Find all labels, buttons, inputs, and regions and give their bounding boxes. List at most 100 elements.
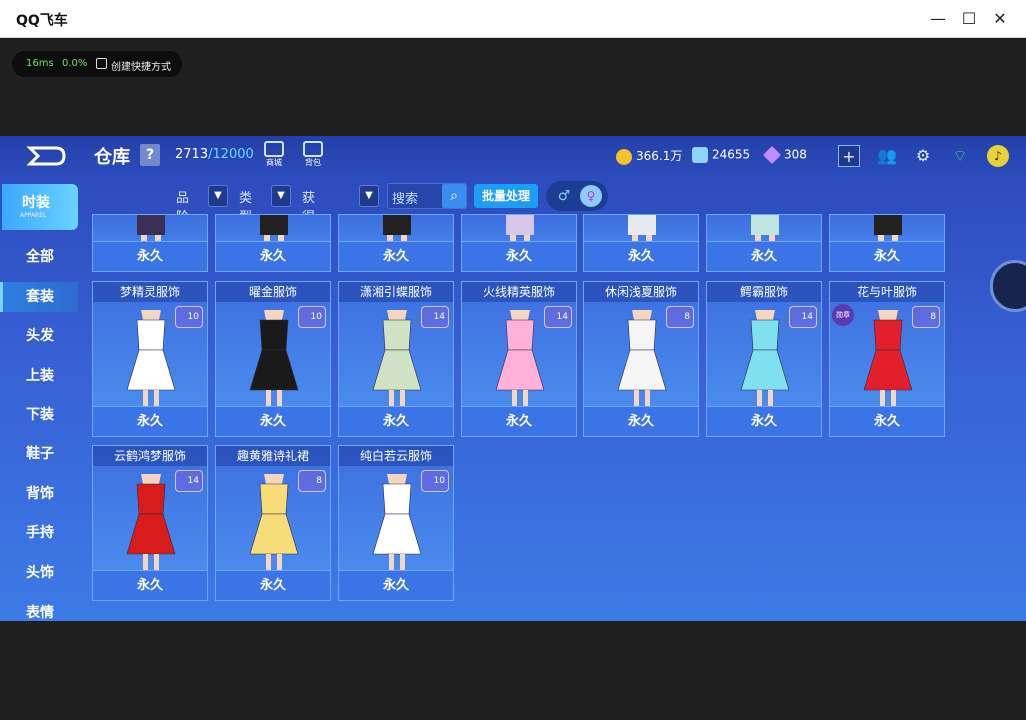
item-card[interactable]: 潇湘引蝶服饰 14 永久 bbox=[338, 281, 454, 437]
latency-readout: 16ms bbox=[26, 58, 54, 69]
shop-button[interactable]: 商城 bbox=[261, 141, 287, 171]
sidebar-item-hair[interactable]: 头发 bbox=[0, 321, 78, 351]
item-card[interactable]: 曜金服饰 10 永久 bbox=[215, 281, 331, 437]
create-shortcut-link[interactable]: 创建快捷方式 bbox=[111, 58, 171, 73]
outfit-image bbox=[119, 472, 183, 572]
outfit-image bbox=[242, 308, 306, 408]
item-name: 休闲浅夏服饰 bbox=[584, 282, 698, 302]
item-card[interactable]: 云鹤鸿梦服饰 14 永久 bbox=[92, 445, 208, 601]
item-name: 潇湘引蝶服饰 bbox=[339, 282, 453, 302]
sidebar-item-emote[interactable]: 表情 bbox=[0, 598, 78, 620]
coin-icon bbox=[616, 148, 632, 165]
category-sidebar: 时装 APPAREL 全部 套装 头发 上装 下装 鞋子 背饰 手持 头饰 表情 bbox=[0, 180, 78, 621]
item-card[interactable]: 永久 bbox=[338, 214, 454, 272]
outfit-image bbox=[365, 308, 429, 408]
item-duration: 永久 bbox=[462, 241, 576, 271]
sidebar-item-shoes[interactable]: 鞋子 bbox=[0, 439, 78, 469]
male-icon[interactable]: ♂ bbox=[554, 186, 574, 206]
item-name: 趣黄雅诗礼裙 bbox=[216, 446, 330, 466]
item-card[interactable]: 休闲浅夏服饰 8 永久 bbox=[583, 281, 699, 437]
sidebar-item-tops[interactable]: 上装 bbox=[0, 361, 78, 391]
item-duration: 永久 bbox=[93, 241, 207, 271]
cart-icon bbox=[264, 141, 284, 157]
item-name: 纯白若云服饰 bbox=[339, 446, 453, 466]
tab-apparel[interactable]: 时装 APPAREL bbox=[2, 184, 78, 230]
minimize-button[interactable]: — bbox=[925, 6, 951, 32]
window-titlebar: QQ飞车 — ☐ ✕ bbox=[0, 0, 1026, 38]
item-card[interactable]: 鳄霸服饰 14 永久 bbox=[706, 281, 822, 437]
gender-toggle[interactable]: ♂ ♀ bbox=[546, 181, 608, 211]
page-title: 仓库 bbox=[94, 147, 130, 168]
game-logo-icon bbox=[26, 146, 66, 166]
item-duration: 永久 bbox=[830, 406, 944, 436]
item-duration: 永久 bbox=[93, 406, 207, 436]
outfit-image bbox=[737, 215, 793, 243]
item-card[interactable]: 永久 bbox=[461, 214, 577, 272]
tab-apparel-label: 时装 bbox=[22, 195, 50, 211]
shortcut-icon bbox=[96, 58, 107, 69]
window-title: QQ飞车 bbox=[16, 13, 68, 29]
tab-apparel-sublabel: APPAREL bbox=[20, 212, 47, 219]
chevron-down-icon: ▼ bbox=[271, 185, 291, 207]
game-viewport: 仓库 ? 2713/12000 商城 背包 366.1万 24655 308 +… bbox=[0, 136, 1026, 621]
search-input[interactable]: 搜索 ⌕ bbox=[387, 183, 467, 209]
item-card[interactable]: 纯白若云服饰 10 永久 bbox=[338, 445, 454, 601]
diamond-value: 308 bbox=[784, 147, 807, 162]
outfit-image bbox=[488, 308, 552, 408]
wifi-icon: ⌔ bbox=[952, 146, 968, 165]
sidebar-item-bottoms[interactable]: 下装 bbox=[0, 400, 78, 430]
sidebar-item-all[interactable]: 全部 bbox=[0, 242, 78, 272]
outfit-image bbox=[242, 472, 306, 572]
item-duration: 永久 bbox=[584, 406, 698, 436]
coin-value: 366.1万 bbox=[636, 149, 683, 163]
perf-overlay: 16ms 0.0% 创建快捷方式 bbox=[12, 51, 182, 77]
friends-icon[interactable]: 👥 bbox=[876, 145, 898, 167]
ticket-icon bbox=[692, 147, 708, 163]
capacity-count: 2713 bbox=[175, 147, 209, 162]
avatar[interactable]: ♪ bbox=[987, 145, 1009, 167]
outfit-image bbox=[246, 215, 302, 243]
gear-icon[interactable]: ⚙ bbox=[912, 145, 934, 167]
maximize-button[interactable]: ☐ bbox=[956, 6, 982, 32]
coin-balance: 366.1万 bbox=[616, 147, 682, 165]
item-card[interactable]: 永久 bbox=[829, 214, 945, 272]
bag-button[interactable]: 背包 bbox=[300, 141, 326, 171]
side-scroll-handle[interactable] bbox=[990, 260, 1026, 312]
outfit-image bbox=[610, 308, 674, 408]
item-card[interactable]: 花与叶服饰 8 勋章 永久 bbox=[829, 281, 945, 437]
item-card[interactable]: 火线精英服饰 14 永久 bbox=[461, 281, 577, 437]
item-card[interactable]: 永久 bbox=[583, 214, 699, 272]
add-icon[interactable]: + bbox=[838, 145, 860, 167]
sidebar-item-headwear[interactable]: 头饰 bbox=[0, 558, 78, 588]
outfit-image bbox=[856, 308, 920, 408]
sidebar-item-back[interactable]: 背饰 bbox=[0, 479, 78, 509]
item-card[interactable]: 永久 bbox=[215, 214, 331, 272]
female-icon[interactable]: ♀ bbox=[580, 185, 602, 207]
item-card[interactable]: 永久 bbox=[92, 214, 208, 272]
item-duration: 永久 bbox=[216, 406, 330, 436]
item-name: 鳄霸服饰 bbox=[707, 282, 821, 302]
capacity-max: /12000 bbox=[208, 147, 254, 162]
item-duration: 永久 bbox=[339, 570, 453, 600]
capacity-readout: 2713/12000 bbox=[175, 147, 254, 162]
item-duration: 永久 bbox=[707, 241, 821, 271]
item-duration: 永久 bbox=[707, 406, 821, 436]
item-duration: 永久 bbox=[216, 241, 330, 271]
point-balance: 24655 bbox=[692, 147, 750, 163]
outfit-image bbox=[614, 215, 670, 243]
close-button[interactable]: ✕ bbox=[987, 6, 1013, 32]
outfit-image bbox=[365, 472, 429, 572]
diamond-icon bbox=[762, 145, 782, 165]
sidebar-item-handheld[interactable]: 手持 bbox=[0, 518, 78, 548]
sidebar-item-suits[interactable]: 套装 bbox=[0, 282, 78, 312]
search-placeholder: 搜索 bbox=[392, 192, 419, 207]
item-name: 曜金服饰 bbox=[216, 282, 330, 302]
point-value: 24655 bbox=[712, 147, 751, 162]
item-card[interactable]: 永久 bbox=[706, 214, 822, 272]
item-card[interactable]: 趣黄雅诗礼裙 8 永久 bbox=[215, 445, 331, 601]
batch-process-button[interactable]: 批量处理 bbox=[474, 184, 538, 208]
item-card[interactable]: 梦精灵服饰 10 永久 bbox=[92, 281, 208, 437]
help-button[interactable]: ? bbox=[140, 144, 160, 166]
item-name: 梦精灵服饰 bbox=[93, 282, 207, 302]
search-icon[interactable]: ⌕ bbox=[442, 184, 466, 208]
